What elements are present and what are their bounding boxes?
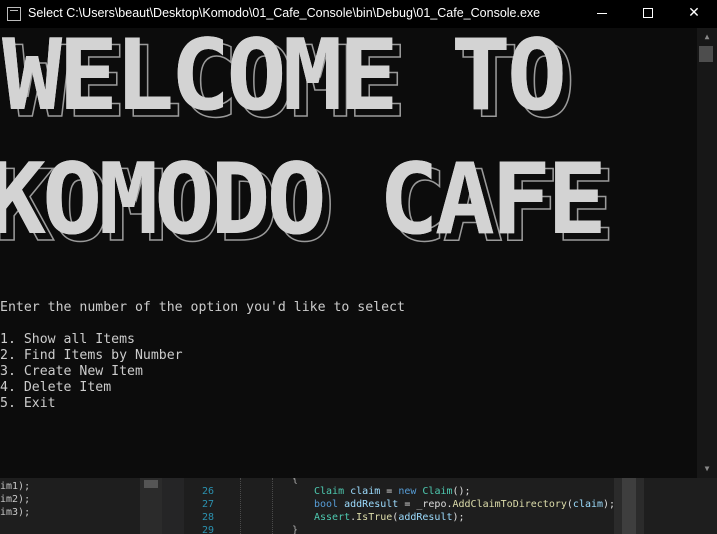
menu-option-find-by-number: 2. Find Items by Number xyxy=(0,348,183,363)
indent-guide xyxy=(272,478,273,534)
close-icon: ✕ xyxy=(688,5,700,21)
menu-option-create: 3. Create New Item xyxy=(0,364,143,379)
scroll-thumb[interactable] xyxy=(144,480,158,488)
left-editor-pane: im1); im2); im3); xyxy=(0,478,140,534)
menu-option-delete: 4. Delete Item xyxy=(0,380,112,395)
right-editor-scrollbar[interactable] xyxy=(614,478,644,534)
console-scrollbar[interactable]: ▲ ▼ xyxy=(697,28,717,478)
banner-text: WELCOME TO xyxy=(2,28,567,133)
window-title: Select C:\Users\beaut\Desktop\Komodo\01_… xyxy=(28,6,541,20)
code-line: Assert.IsTrue(addResult); xyxy=(314,512,465,523)
scroll-down-arrow-icon[interactable]: ▼ xyxy=(697,462,717,476)
code-line: im3); xyxy=(0,507,31,518)
line-number: 29 xyxy=(201,525,214,534)
right-editor-pane: 26 27 28 29 { Claim claim = new Claim();… xyxy=(184,478,616,534)
left-editor-scrollbar[interactable] xyxy=(140,478,162,534)
cafe-banner: KOMODO CAFE KOMODO CAFE xyxy=(0,143,697,258)
background-code-editor: im1); im2); im3); 26 27 28 29 { Claim cl… xyxy=(0,478,717,534)
title-bar[interactable]: Select C:\Users\beaut\Desktop\Komodo\01_… xyxy=(0,0,717,28)
minimize-icon xyxy=(597,13,607,14)
console-output[interactable]: WELCOME TO WELCOME TO KOMODO CAFE KOMODO… xyxy=(0,28,697,478)
console-app-icon[interactable] xyxy=(7,7,21,21)
welcome-banner: WELCOME TO WELCOME TO xyxy=(2,28,697,134)
line-number: 28 xyxy=(201,512,214,523)
scroll-up-arrow-icon[interactable]: ▲ xyxy=(697,30,717,44)
maximize-button[interactable] xyxy=(625,0,671,28)
close-button[interactable]: ✕ xyxy=(671,0,717,28)
code-line: bool addResult = _repo.AddClaimToDirecto… xyxy=(314,499,616,510)
code-line: im1); xyxy=(0,481,31,492)
maximize-icon xyxy=(643,8,653,18)
menu-option-show-all: 1. Show all Items xyxy=(0,332,135,347)
code-line: Claim claim = new Claim(); xyxy=(314,486,471,497)
editor-splitter xyxy=(162,478,184,534)
scroll-track[interactable] xyxy=(622,478,636,534)
line-number: 27 xyxy=(201,499,214,510)
line-number: 26 xyxy=(201,486,214,497)
banner-text: KOMODO CAFE xyxy=(0,143,607,257)
editor-margin xyxy=(644,478,717,534)
minimize-button[interactable] xyxy=(579,0,625,28)
code-line: im2); xyxy=(0,494,31,505)
indent-guide xyxy=(240,478,241,534)
code-brace: } xyxy=(292,525,299,534)
code-brace: { xyxy=(292,478,299,485)
option-prompt: Enter the number of the option you'd lik… xyxy=(0,300,405,315)
menu-option-exit: 5. Exit xyxy=(0,396,56,411)
scroll-thumb[interactable] xyxy=(699,46,713,62)
